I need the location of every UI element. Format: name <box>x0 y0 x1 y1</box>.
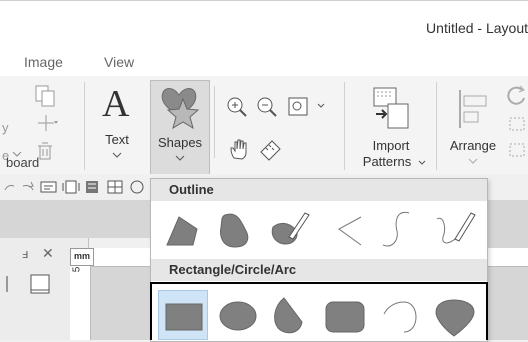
group-label-clipboard: board <box>6 155 40 170</box>
chevron-down-icon <box>175 155 185 161</box>
outline-freehand-icon[interactable] <box>433 207 479 251</box>
separator <box>214 86 215 158</box>
flip-icon[interactable] <box>506 114 528 134</box>
tab-view[interactable]: View <box>104 54 134 70</box>
tab-image[interactable]: Image <box>24 54 63 70</box>
partial-label-1: y <box>2 120 9 135</box>
outline-blob-icon[interactable] <box>215 209 257 251</box>
measure-ruler-icon[interactable] <box>258 138 284 162</box>
preview-icon[interactable] <box>128 179 146 195</box>
outline-header: Outline <box>151 179 487 201</box>
rounded-rectangle-icon[interactable] <box>324 296 368 336</box>
hand-pan-icon[interactable] <box>228 138 250 162</box>
sector-icon[interactable] <box>270 294 310 338</box>
separator <box>344 82 345 170</box>
arrange-icon <box>459 90 487 128</box>
hoop-icon[interactable] <box>84 179 102 195</box>
copy-icon[interactable] <box>34 84 56 108</box>
chevron-down-icon <box>418 160 426 165</box>
frame-icon[interactable] <box>62 179 80 195</box>
shapes-button[interactable]: Shapes <box>150 80 210 178</box>
grid-icon[interactable] <box>106 179 124 195</box>
align-icon[interactable] <box>506 140 528 160</box>
outline-polygon-icon[interactable] <box>163 211 201 249</box>
rotate-icon[interactable] <box>506 84 528 106</box>
shapes-star-heart-icon <box>161 87 200 130</box>
separator <box>436 82 437 170</box>
ribbon-tab-bar <box>0 46 528 77</box>
outline-curve-icon[interactable] <box>377 209 417 251</box>
pin-icon[interactable]: ⅎ <box>22 246 28 261</box>
window-title: Untitled - Layout <box>426 20 528 36</box>
outline-brush-blob-icon[interactable] <box>267 207 311 251</box>
rect-shapes-row <box>150 282 488 340</box>
import-patterns-icon <box>373 87 409 129</box>
close-icon[interactable]: ✕ <box>42 245 54 262</box>
text-button[interactable]: A Text <box>92 80 146 168</box>
panel-view-icon[interactable] <box>28 272 52 296</box>
arc-icon[interactable] <box>378 296 422 336</box>
panel-divider <box>6 276 8 292</box>
redo-icon[interactable] <box>20 180 36 194</box>
card-icon[interactable] <box>40 180 58 194</box>
zoom-fit-icon[interactable] <box>288 96 328 118</box>
zoom-out-icon[interactable] <box>256 96 278 118</box>
ruler-unit: mm <box>70 248 94 266</box>
ruler-v-number: 5 <box>71 266 83 273</box>
arrange-button[interactable]: Arrange <box>440 80 506 172</box>
rectangle-icon[interactable] <box>164 296 204 336</box>
separator <box>84 82 85 170</box>
import-patterns-button[interactable]: Import Patterns <box>350 80 432 172</box>
undo-icon[interactable] <box>2 180 16 194</box>
zoom-in-icon[interactable] <box>226 96 248 118</box>
chevron-down-icon <box>112 152 122 158</box>
ellipse-icon[interactable] <box>218 296 260 336</box>
format-painter-icon[interactable] <box>34 112 62 134</box>
text-letter-icon: A <box>102 83 130 125</box>
rectangle-circle-arc-header: Rectangle/Circle/Arc <box>151 259 487 281</box>
leaf-icon[interactable] <box>432 296 478 338</box>
outline-line-icon[interactable] <box>335 213 365 249</box>
chevron-down-icon <box>468 158 478 164</box>
